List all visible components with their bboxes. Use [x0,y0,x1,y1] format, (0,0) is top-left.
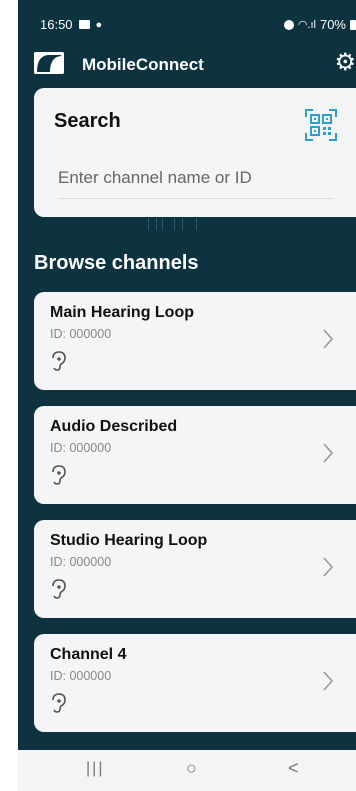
search-card: Search [34,88,356,217]
search-input[interactable] [58,158,334,199]
app-notification-icon: ● [95,18,103,31]
home-button[interactable]: ○ [186,758,197,779]
chevron-right-icon [323,443,334,463]
channel-name: Main Hearing Loop [50,304,194,321]
channel-card[interactable]: Studio Hearing Loop ID: 000000 [34,520,356,618]
hearing-assist-icon [52,579,66,599]
qr-scan-icon[interactable] [304,108,338,142]
alarm-icon [283,19,294,30]
recents-button[interactable]: ||| [86,760,104,778]
battery-percent: 70% [319,17,346,32]
status-left: 16:50 ● [40,17,102,32]
channel-id: ID: 000000 [50,669,112,683]
channel-id: ID: 000000 [50,555,112,569]
settings-gear-icon[interactable]: ⚙ [334,51,356,75]
channel-card[interactable]: Main Hearing Loop ID: 000000 [34,292,356,390]
chevron-right-icon [323,671,334,691]
hearing-assist-icon [52,351,66,371]
sennheiser-logo-icon [34,52,64,74]
channel-name: Studio Hearing Loop [50,532,208,549]
search-title: Search [54,110,121,132]
channel-name: Audio Described [50,418,178,435]
back-button[interactable]: < [288,758,299,779]
channel-card[interactable]: Channel 4 ID: 000000 [34,634,356,732]
browse-channels-title: Browse channels [34,252,199,274]
system-navigation-bar: ||| ○ < [18,750,356,791]
chevron-right-icon [323,557,334,577]
status-bar: 16:50 ● ◠.ıl 70% [18,0,356,44]
battery-icon [350,19,356,30]
hearing-assist-icon [52,693,66,713]
app-title: MobileConnect [82,55,204,74]
channel-id: ID: 000000 [50,441,112,455]
channel-id: ID: 000000 [50,327,112,341]
decorative-waveform [148,218,218,232]
app-header: MobileConnect ⚙ [18,50,356,80]
chevron-right-icon [323,329,334,349]
hearing-assist-icon [52,465,66,485]
status-right: ◠.ıl 70% [283,17,356,32]
channel-name: Channel 4 [50,646,127,663]
gallery-notification-icon [78,20,90,29]
channel-card[interactable]: Audio Described ID: 000000 [34,406,356,504]
wifi-signal-icon: ◠.ıl [297,19,316,31]
app-screen: 16:50 ● ◠.ıl 70% MobileConnect ⚙ Search [18,0,356,791]
status-time: 16:50 [40,17,73,32]
